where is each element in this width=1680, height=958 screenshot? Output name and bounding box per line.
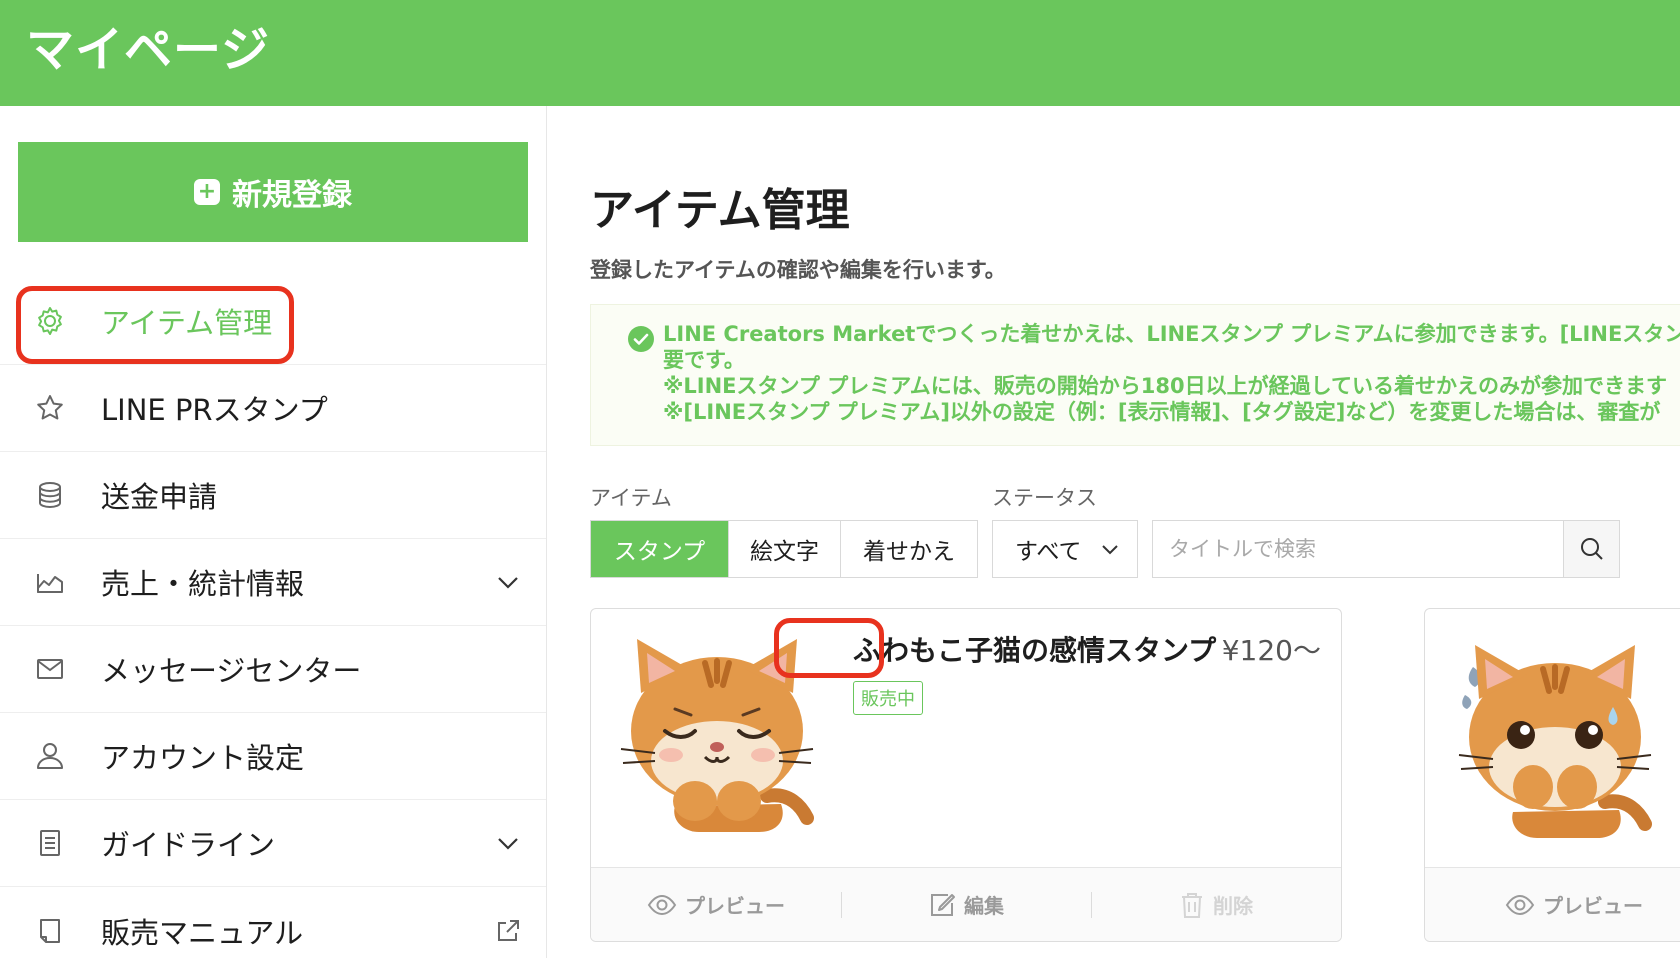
sidebar-item-label: 売上・統計情報 bbox=[101, 567, 305, 601]
item-type-emoji[interactable]: 絵文字 bbox=[729, 521, 841, 577]
notice-line: ※LINEスタンプ プレミアムには、販売の開始から180日以上が経過している着せ… bbox=[663, 374, 1667, 398]
trash-icon bbox=[1182, 892, 1202, 918]
item-card[interactable]: ふわもこ子猫の感情スタンプ ¥120〜 販売中 プレビュー 編集 削除 bbox=[590, 608, 1342, 942]
notice-line: LINE Creators Marketでつくった着せかえは、LINEスタンプ … bbox=[663, 322, 1680, 346]
item-card[interactable]: プレビュー bbox=[1424, 608, 1680, 942]
delete-label: 削除 bbox=[1213, 894, 1253, 918]
sidebar: + 新規登録 アイテム管理 LINE PRスタンプ 送金申請 売上・統計情報 メ… bbox=[0, 106, 547, 958]
chevron-down-icon[interactable] bbox=[494, 568, 522, 596]
gear-icon bbox=[34, 305, 66, 337]
sidebar-item-line-pr-stamp[interactable]: LINE PRスタンプ bbox=[0, 365, 546, 452]
card-price: ¥120〜 bbox=[1221, 634, 1321, 667]
new-registration-button[interactable]: + 新規登録 bbox=[18, 142, 528, 242]
top-header: マイページ bbox=[0, 0, 1680, 106]
item-type-stamp[interactable]: スタンプ bbox=[591, 521, 729, 577]
external-link-icon bbox=[494, 917, 522, 945]
search-icon bbox=[1580, 538, 1603, 560]
card-actions: プレビュー bbox=[1425, 867, 1680, 941]
preview-label: プレビュー bbox=[685, 894, 785, 918]
document-icon bbox=[34, 827, 66, 859]
main-content: アイテム管理 登録したアイテムの確認や編集を行います。 LINE Creator… bbox=[548, 106, 1680, 958]
preview-button[interactable]: プレビュー bbox=[591, 890, 841, 919]
sidebar-item-sales-stats[interactable]: 売上・統計情報 bbox=[0, 539, 546, 626]
cat-sticker-image bbox=[1458, 645, 1652, 838]
new-registration-label: 新規登録 bbox=[232, 178, 352, 213]
delete-button[interactable]: 削除 bbox=[1091, 890, 1341, 919]
title-search bbox=[1152, 520, 1620, 578]
edit-label: 編集 bbox=[964, 894, 1004, 918]
card-actions: プレビュー 編集 削除 bbox=[591, 867, 1341, 941]
preview-button[interactable]: プレビュー bbox=[1425, 890, 1680, 919]
notice-text: LINE Creators Marketでつくった着せかえは、LINEスタンプ … bbox=[663, 321, 1680, 425]
notice-box: LINE Creators Marketでつくった着せかえは、LINEスタンプ … bbox=[590, 304, 1680, 446]
sidebar-item-label: LINE PRスタンプ bbox=[101, 393, 328, 427]
book-icon bbox=[34, 915, 66, 947]
status-filter-label: ステータス bbox=[992, 486, 1097, 510]
star-icon bbox=[34, 392, 66, 424]
notice-line: 要です。 bbox=[663, 348, 745, 372]
chevron-down-icon bbox=[1099, 538, 1121, 560]
notice-line: ※[LINEスタンプ プレミアム]以外の設定（例：[表示情報]、[タグ設定]など… bbox=[663, 400, 1661, 424]
sidebar-item-label: 販売マニュアル bbox=[101, 915, 304, 950]
status-select-value: すべて bbox=[1015, 539, 1082, 565]
sidebar-item-label: ガイドライン bbox=[101, 828, 276, 862]
chevron-down-icon[interactable] bbox=[494, 829, 522, 857]
plus-icon: + bbox=[194, 179, 220, 205]
search-input[interactable] bbox=[1153, 521, 1563, 577]
sidebar-item-label: アカウント設定 bbox=[101, 741, 305, 775]
status-badge: 販売中 bbox=[853, 681, 923, 715]
mail-icon bbox=[34, 653, 66, 685]
card-title[interactable]: ふわもこ子猫の感情スタンプ bbox=[853, 629, 1216, 669]
page-title: アイテム管理 bbox=[590, 185, 850, 236]
check-circle-icon bbox=[627, 325, 655, 353]
search-button[interactable] bbox=[1563, 521, 1619, 577]
sidebar-item-sales-manual[interactable]: 販売マニュアル bbox=[0, 887, 546, 958]
card-body bbox=[1425, 609, 1680, 869]
sidebar-item-label: アイテム管理 bbox=[101, 306, 273, 340]
edit-button[interactable]: 編集 bbox=[841, 890, 1091, 919]
eye-icon bbox=[1505, 894, 1535, 915]
card-body: ふわもこ子猫の感情スタンプ ¥120〜 販売中 bbox=[591, 609, 1341, 869]
preview-label: プレビュー bbox=[1543, 894, 1643, 918]
page-description: 登録したアイテムの確認や編集を行います。 bbox=[590, 258, 1006, 282]
sidebar-item-label: 送金申請 bbox=[101, 480, 218, 514]
sidebar-item-item-management[interactable]: アイテム管理 bbox=[0, 278, 546, 365]
sidebar-item-label: メッセージセンター bbox=[101, 654, 362, 688]
page-header-title: マイページ bbox=[26, 22, 271, 78]
sidebar-item-message-center[interactable]: メッセージセンター bbox=[0, 626, 546, 713]
sidebar-item-account-settings[interactable]: アカウント設定 bbox=[0, 713, 546, 800]
status-select[interactable]: すべて bbox=[992, 520, 1138, 578]
database-icon bbox=[34, 479, 66, 511]
user-icon bbox=[34, 740, 66, 772]
item-filter-label: アイテム bbox=[590, 486, 672, 510]
edit-icon bbox=[931, 893, 955, 916]
chart-icon bbox=[34, 566, 66, 598]
item-type-theme[interactable]: 着せかえ bbox=[841, 521, 977, 577]
item-type-segmented-control: スタンプ 絵文字 着せかえ bbox=[590, 520, 978, 578]
eye-icon bbox=[647, 894, 677, 915]
cat-sticker-image bbox=[620, 639, 814, 832]
sidebar-item-remittance[interactable]: 送金申請 bbox=[0, 452, 546, 539]
sidebar-item-guidelines[interactable]: ガイドライン bbox=[0, 800, 546, 887]
